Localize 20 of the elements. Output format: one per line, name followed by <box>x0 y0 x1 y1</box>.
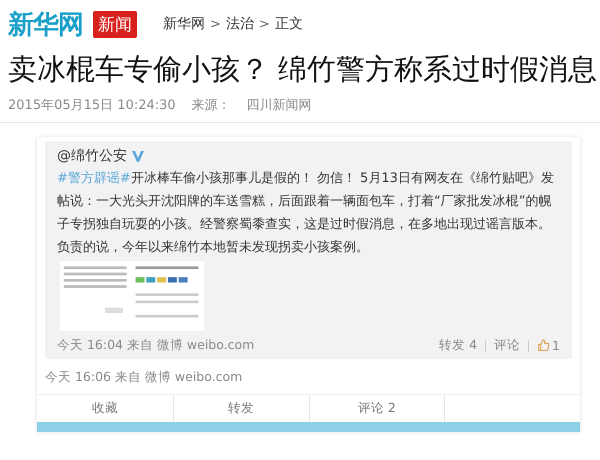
post-time: 今天 16:04 来自 微博 weibo.com <box>57 337 254 354</box>
post-time: 今天 16:06 来自 微博 weibo.com <box>45 368 244 386</box>
action-link[interactable]: 评论 <box>494 337 520 354</box>
news-badge: 新闻 <box>93 10 137 38</box>
breadcrumb-link[interactable]: 正文 <box>274 15 303 33</box>
post-text: #警方辟谣#开冰棒车偷小孩那事儿是假的！ 勿信！ 5月13日有网友在《绵竹贴吧》发帖说：一大光头开沈阳牌的车送雪糕，后面跟着一辆面包车，打着“厂家批发冰棍”的幌子专拐独自玩耍的小孩。经警察蜀黍查实，这是过时假消息，在多地出现过谣言版本。负责的说，今年以来绵竹本地暂未发现拐卖小孩案例。 <box>57 170 555 257</box>
site-logo[interactable]: 新华网 <box>8 6 83 42</box>
action-link[interactable]: 转发 4 <box>439 337 478 354</box>
user-name[interactable]: @绵竹公安 <box>57 147 127 165</box>
article-title: 卖冰棍车专偷小孩？ 绵竹警方称系过时假消息 <box>8 51 598 88</box>
breadcrumb-separator: > <box>210 16 221 32</box>
publish-date: 2015年05月15日 10:24:30 <box>8 97 176 114</box>
hashtag-link[interactable]: #警方辟谣# <box>57 171 131 186</box>
breadcrumb-separator: > <box>258 16 270 32</box>
breadcrumb-link[interactable]: 法治 <box>226 15 254 33</box>
like-button[interactable]: 1 <box>537 338 560 353</box>
action-button[interactable]: 收藏 <box>37 395 173 422</box>
source-label: 来源： <box>192 97 231 114</box>
source-name: 四川新闻网 <box>246 97 312 114</box>
breadcrumb-link[interactable]: 新华网 <box>163 15 205 33</box>
